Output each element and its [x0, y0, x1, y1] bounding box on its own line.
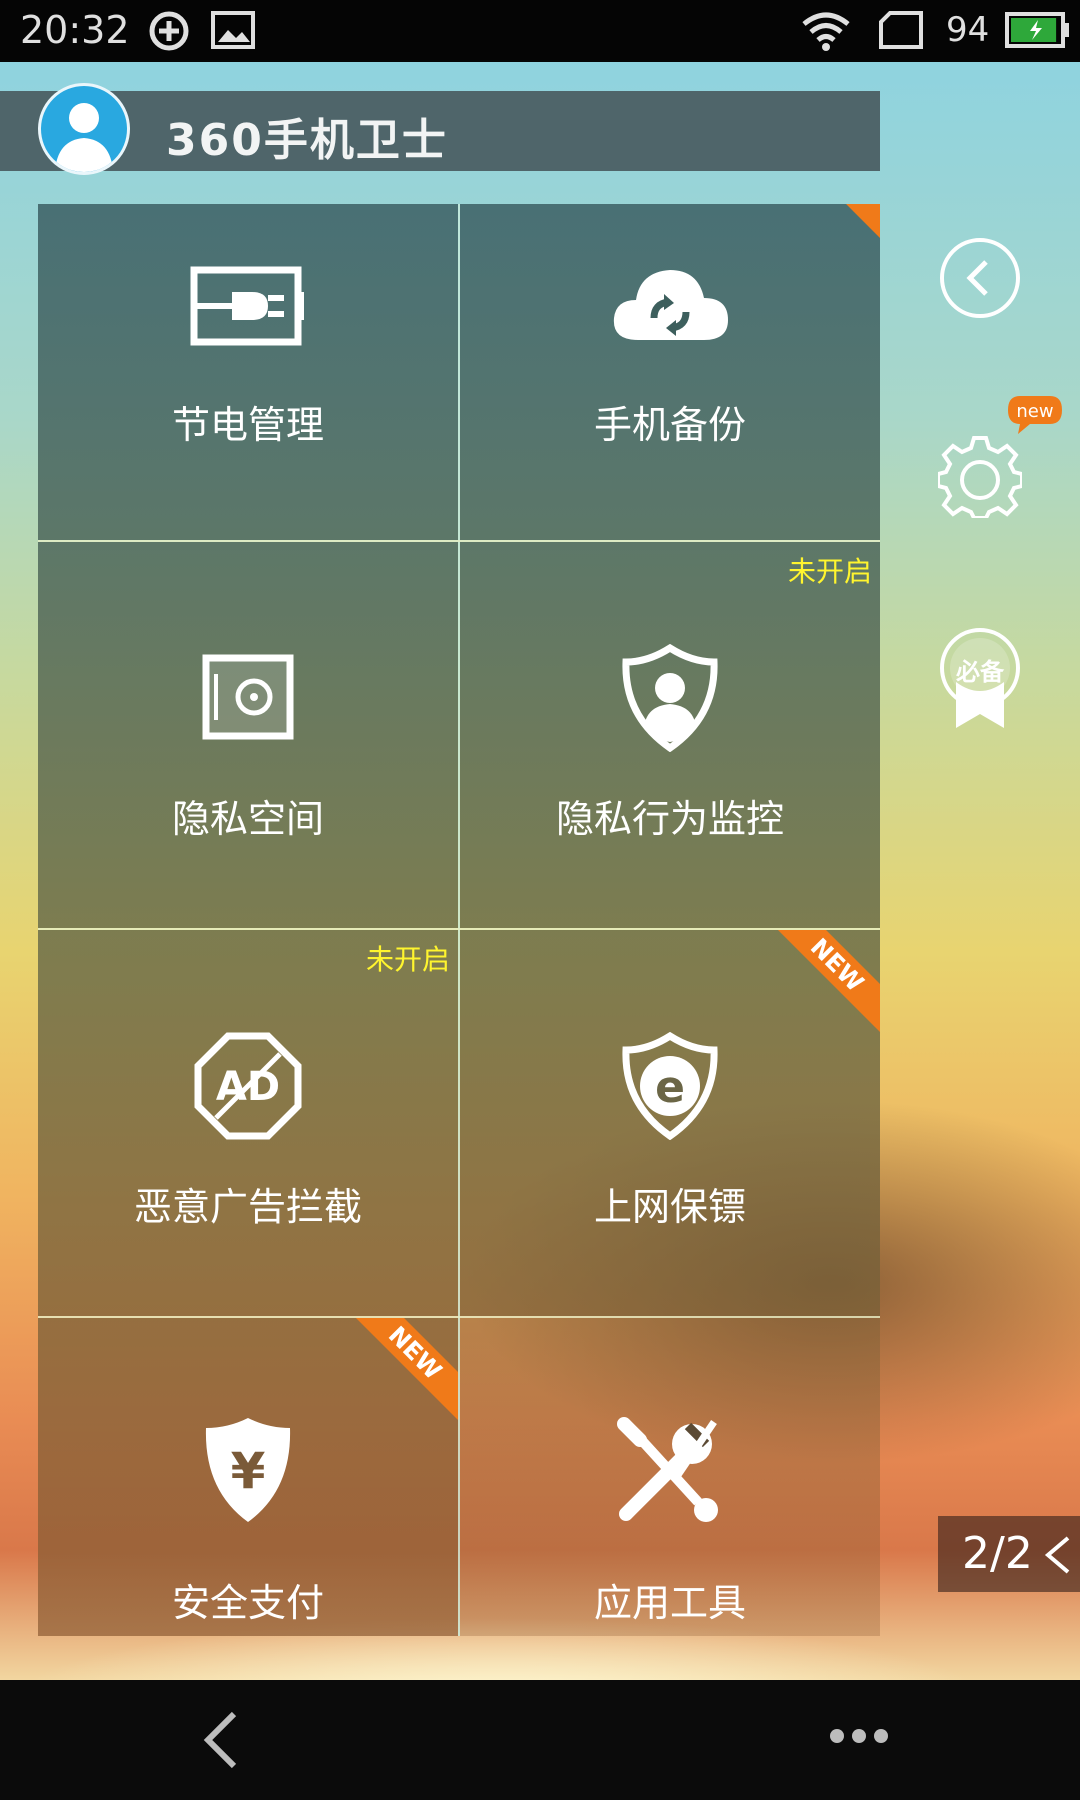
tile-web-guard[interactable]: NEW e 上网保镖	[460, 930, 880, 1316]
grid-divider	[38, 1316, 880, 1318]
ad-block-icon: AD	[194, 1032, 302, 1144]
tile-phone-backup[interactable]: 手机备份	[460, 204, 880, 540]
status-off-label: 未开启	[365, 943, 450, 976]
page-indicator-text: 2/2	[962, 1528, 1033, 1579]
tile-privacy-monitor[interactable]: 未开启 隐私行为监控	[460, 542, 880, 928]
svg-text:¥: ¥	[231, 1442, 266, 1500]
back-circle-icon[interactable]	[938, 236, 1022, 324]
feature-grid: 节电管理 手机备份 隐私空间 未开启 隐私行为监控 未开启 AD 恶意广告拦截 …	[38, 204, 880, 1636]
battery-plug-icon	[190, 266, 306, 350]
wrench-screwdriver-icon	[614, 1414, 726, 1530]
svg-text:e: e	[655, 1062, 685, 1113]
status-bar: 20:32 94	[0, 0, 1080, 62]
new-ribbon: NEW	[764, 930, 880, 1038]
tile-label: 应用工具	[593, 1581, 746, 1625]
tile-secure-payment[interactable]: NEW ¥ 安全支付	[38, 1318, 458, 1636]
badge-bookmark-icon[interactable]: 必备	[938, 626, 1022, 734]
status-time: 20:32	[20, 8, 130, 52]
shield-e-icon: e	[620, 1031, 720, 1144]
new-ribbon: NEW	[342, 1318, 458, 1426]
svg-text:必备: 必备	[956, 658, 1005, 686]
tile-label: 手机备份	[593, 403, 746, 447]
page-indicator[interactable]: 2/2	[938, 1516, 1080, 1592]
tile-label: 节电管理	[171, 403, 324, 447]
navigation-bar	[0, 1680, 1080, 1800]
tile-label: 安全支付	[171, 1581, 324, 1625]
sim-icon	[878, 10, 924, 54]
gear-icon[interactable]	[936, 434, 1024, 522]
tile-label: 上网保镖	[593, 1185, 746, 1229]
tile-power-management[interactable]: 节电管理	[38, 204, 458, 540]
battery-percent: 94	[946, 10, 990, 50]
grid-divider	[38, 540, 880, 542]
svg-text:new: new	[1016, 401, 1053, 422]
battery-icon	[1004, 10, 1070, 54]
shield-yen-icon: ¥	[202, 1414, 294, 1530]
tile-ad-blocker[interactable]: 未开启 AD 恶意广告拦截	[38, 930, 458, 1316]
cloud-sync-icon	[608, 260, 732, 354]
more-icon[interactable]	[828, 1726, 890, 1750]
sync-icon	[148, 10, 190, 56]
tile-private-space[interactable]: 隐私空间	[38, 542, 458, 928]
shield-person-icon	[620, 643, 720, 756]
corner-badge	[846, 204, 880, 238]
tile-label: 恶意广告拦截	[133, 1185, 362, 1229]
tile-label: 隐私行为监控	[555, 797, 784, 841]
grid-divider	[38, 928, 880, 930]
user-avatar-icon[interactable]	[38, 83, 130, 175]
new-badge-icon: new	[1006, 394, 1064, 440]
chevron-left-icon	[1042, 1534, 1072, 1580]
image-icon	[210, 10, 256, 54]
safe-icon	[202, 654, 294, 744]
status-off-label: 未开启	[787, 555, 872, 588]
tile-app-tools[interactable]: 应用工具	[460, 1318, 880, 1636]
back-icon[interactable]	[200, 1710, 240, 1774]
app-title: 360手机卫士	[166, 115, 448, 166]
grid-divider	[458, 204, 460, 1636]
tile-label: 隐私空间	[171, 797, 324, 841]
wifi-icon	[800, 10, 852, 56]
